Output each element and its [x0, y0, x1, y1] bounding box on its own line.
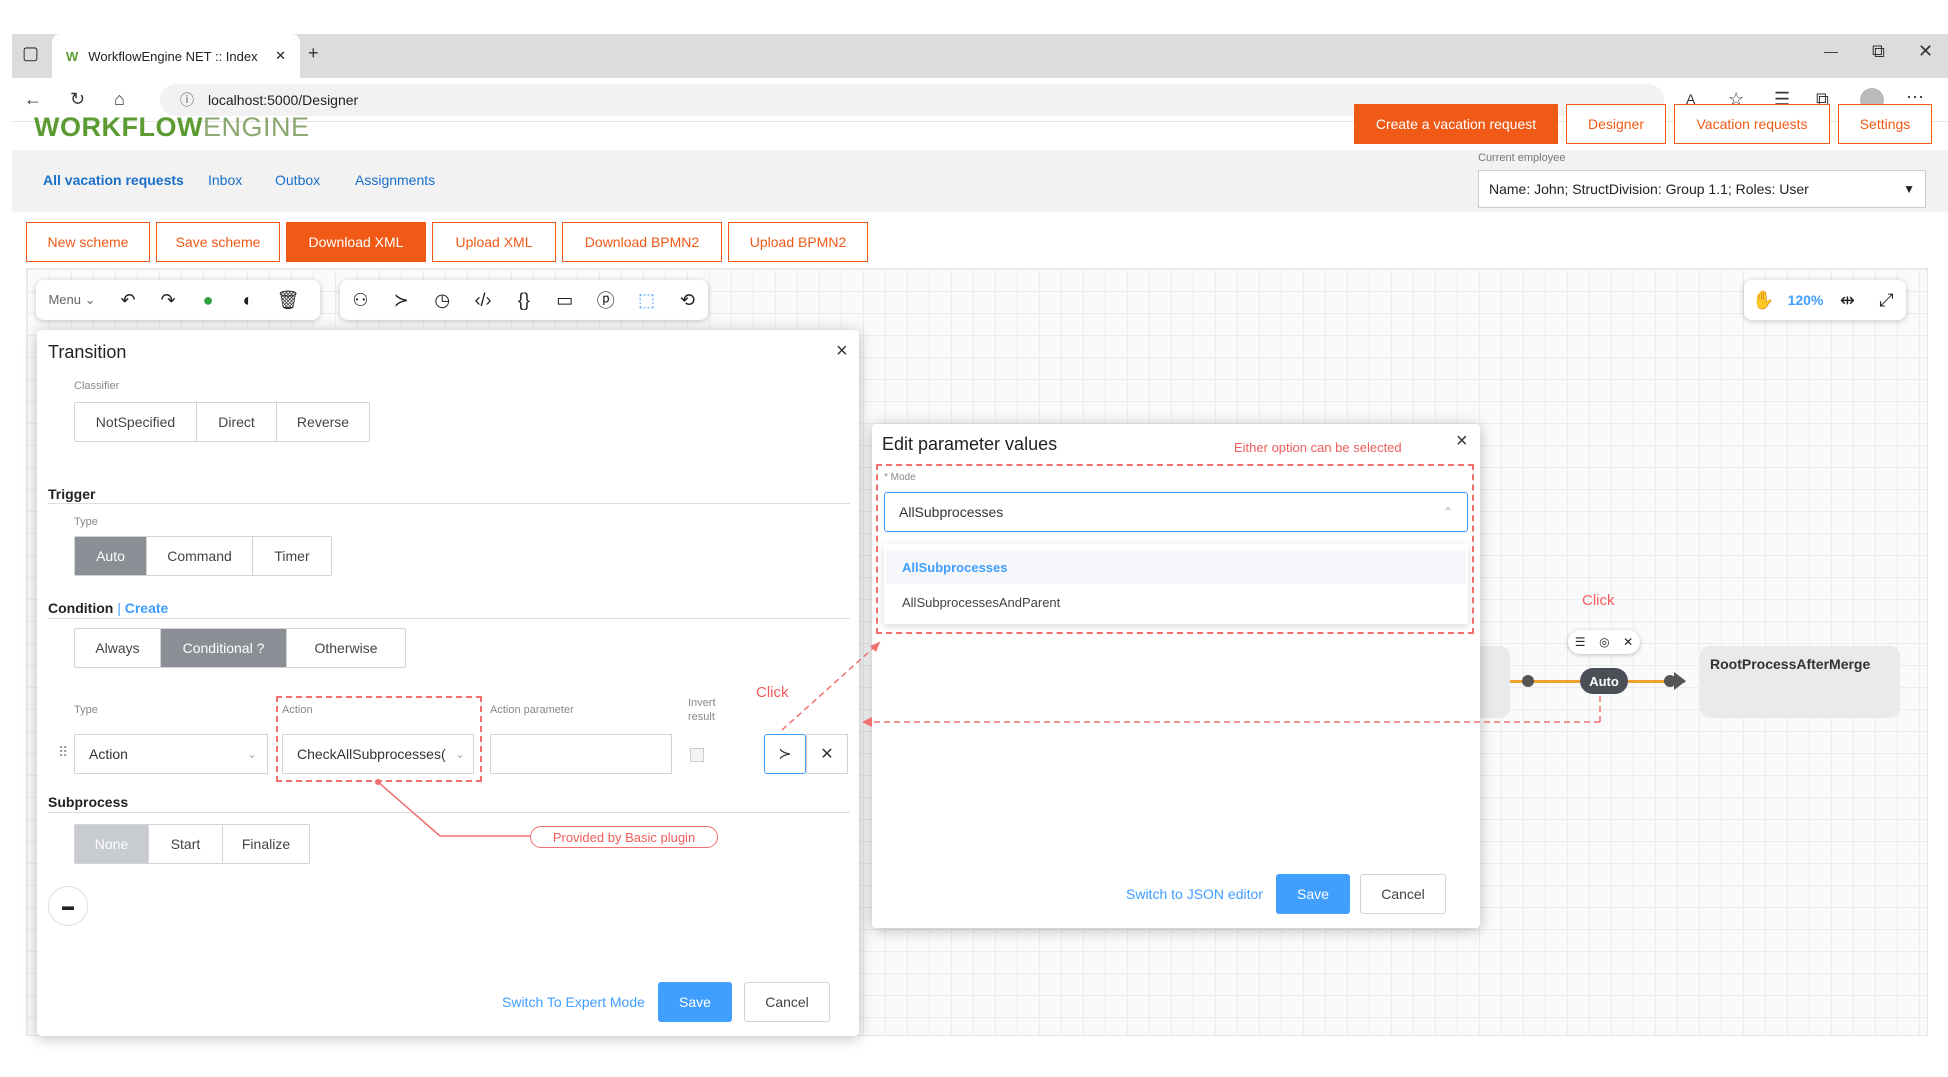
annotation-lines [375, 641, 1601, 837]
